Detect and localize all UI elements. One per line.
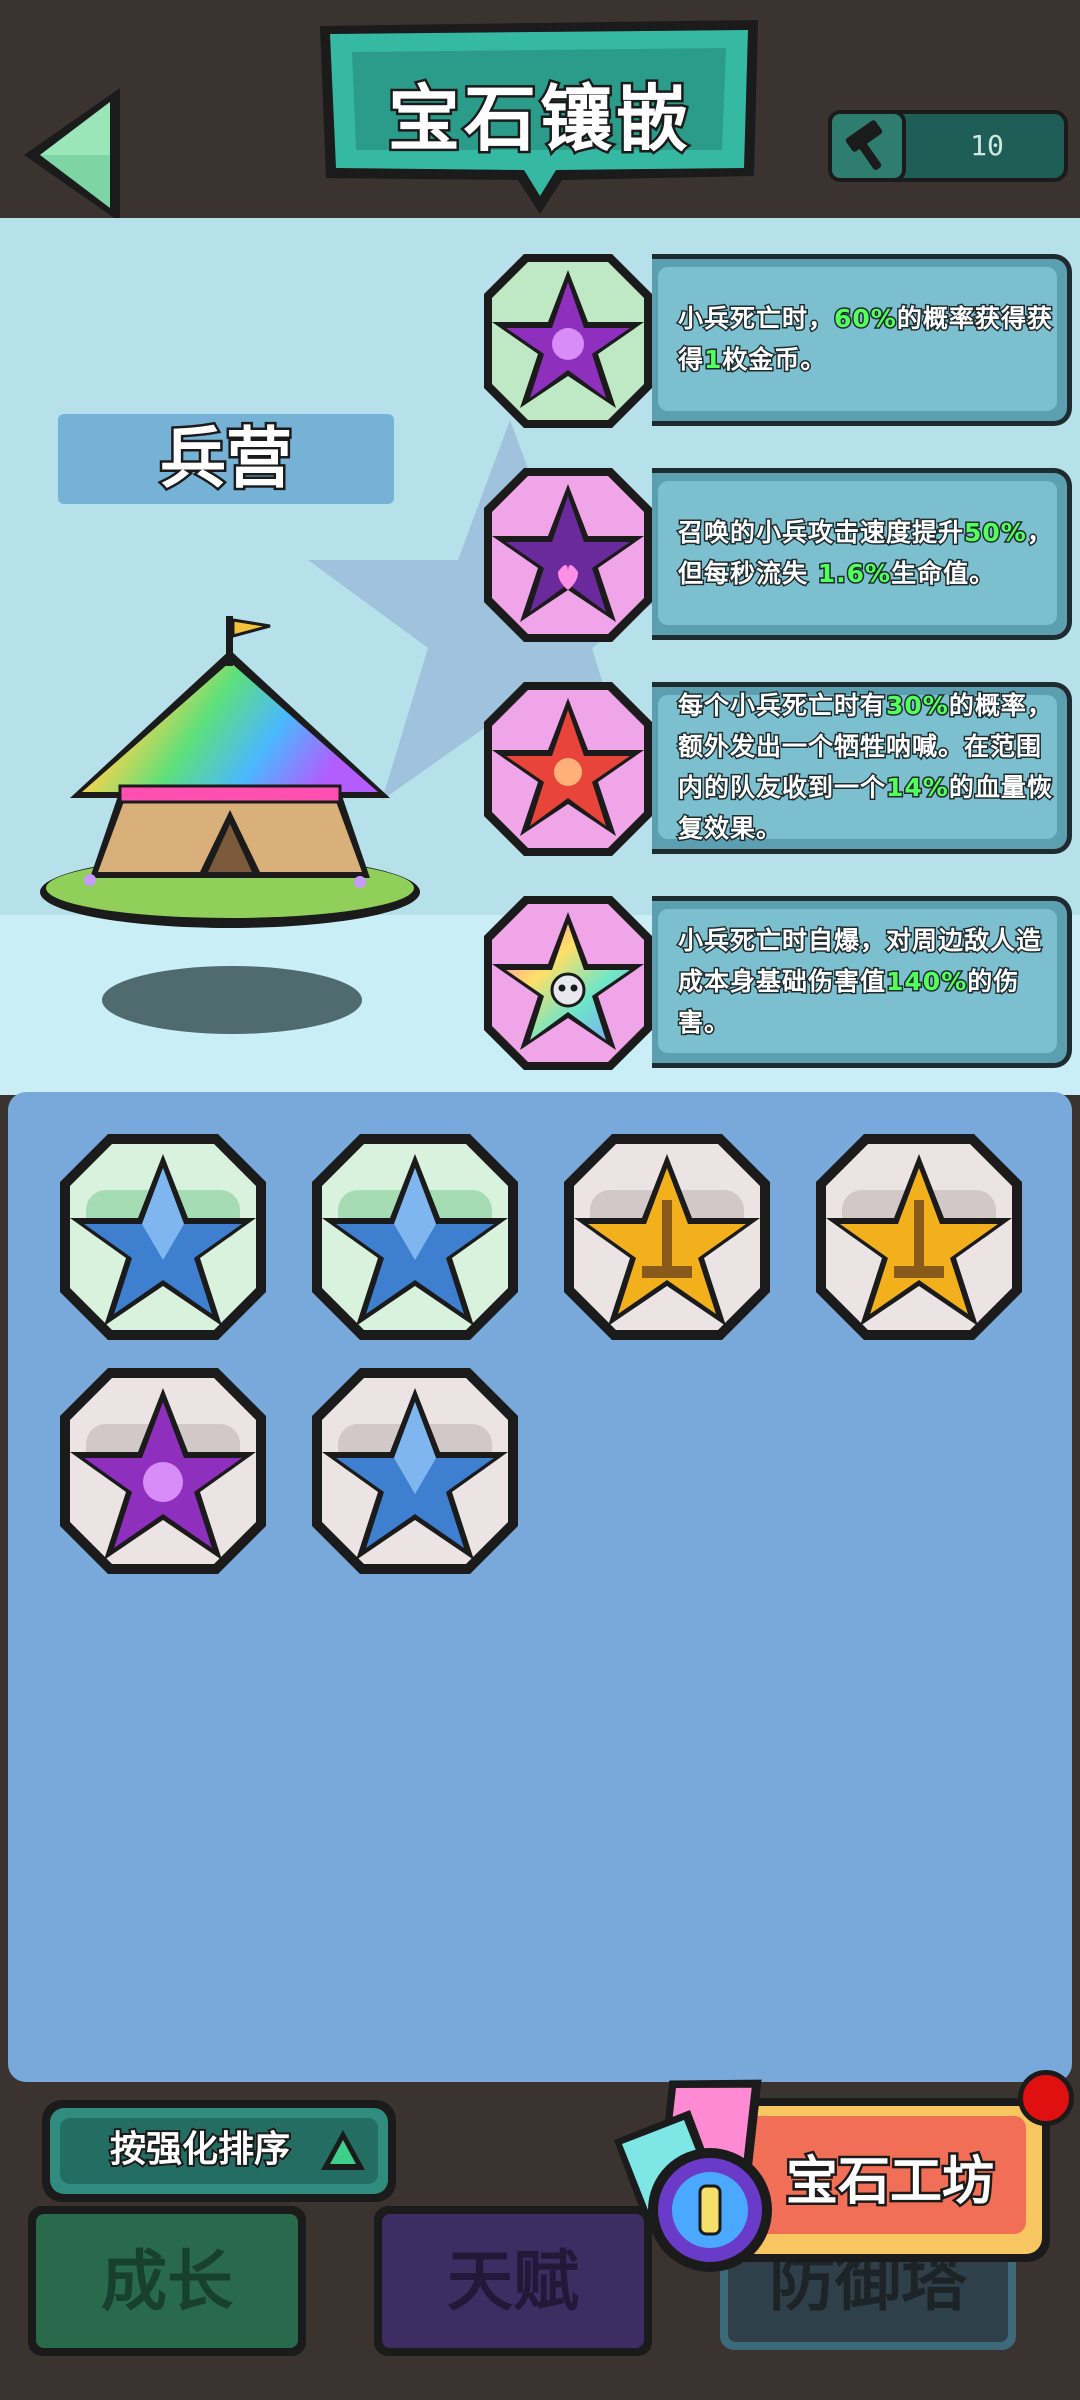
barracks-tent-icon bbox=[40, 616, 420, 928]
triangle-up-icon bbox=[321, 2130, 365, 2170]
tab-growth-label: 成长 bbox=[101, 2243, 233, 2320]
effect-value: 1.6% bbox=[816, 558, 892, 590]
inventory-slot-blue-sword-star-icon[interactable] bbox=[308, 1364, 522, 1578]
inventory-slot-gold-sword-star-icon[interactable] bbox=[812, 1130, 1026, 1344]
gem-effect-text-4: 小兵死亡时自爆，对周边敌人造成本身基础伤害值140%的伤害。 bbox=[676, 909, 1053, 1053]
building-name: 兵营 bbox=[158, 418, 295, 500]
gem-effect-desc-3: 每个小兵死亡时有30%的概率，额外发出一个牺牲呐喊。在范围内的队友收到一个14%… bbox=[652, 682, 1072, 854]
gem-effect-text-2: 召唤的小兵攻击速度提升50%，但每秒流失 1.6%生命值。 bbox=[676, 481, 1053, 625]
hammer-count: 10 bbox=[970, 129, 1004, 162]
effect-value: 1 bbox=[702, 344, 723, 376]
effect-value: 30% bbox=[885, 690, 950, 722]
hammer-icon bbox=[845, 120, 883, 170]
sort-by-enhance-label: 按强化排序 bbox=[108, 2127, 292, 2172]
notification-dot bbox=[1018, 2070, 1074, 2126]
tent-shadow bbox=[102, 966, 362, 1034]
gem-effect-card-4[interactable]: 小兵死亡时自爆，对周边敌人造成本身基础伤害值140%的伤害。 bbox=[480, 890, 1080, 1076]
effect-description: 小兵死亡时自爆，对周边敌人造成本身基础伤害值140%的伤害。 bbox=[676, 920, 1053, 1043]
effect-description: 召唤的小兵攻击速度提升50%，但每秒流失 1.6%生命值。 bbox=[676, 512, 1053, 594]
back-arrow-icon[interactable] bbox=[12, 80, 132, 230]
inventory-slot-blue-sword-star-icon[interactable] bbox=[56, 1130, 270, 1344]
rainbow-skull-star-icon bbox=[484, 896, 652, 1070]
inventory-slot-gold-sword-star-icon[interactable] bbox=[560, 1130, 774, 1344]
effect-text-part: 每个小兵死亡时有 bbox=[676, 690, 887, 722]
red-horn-star-icon bbox=[484, 682, 652, 856]
gem-effect-text-1: 小兵死亡时，60%的概率获得获得1枚金币。 bbox=[676, 267, 1053, 411]
effect-value: 50% bbox=[963, 517, 1028, 549]
page-title: 宝石镶嵌 bbox=[385, 75, 692, 164]
effect-description: 每个小兵死亡时有30%的概率，额外发出一个牺牲呐喊。在范围内的队友收到一个14%… bbox=[676, 685, 1053, 849]
inventory-slot-purple-recycle-star-icon[interactable] bbox=[56, 1364, 270, 1578]
gem-effect-card-1[interactable]: 小兵死亡时，60%的概率获得获得1枚金币。 bbox=[480, 248, 1080, 434]
effect-value: 60% bbox=[833, 303, 898, 335]
effect-text-part: 小兵死亡时， bbox=[676, 303, 835, 335]
gem-effect-text-3: 每个小兵死亡时有30%的概率，额外发出一个牺牲呐喊。在范围内的队友收到一个14%… bbox=[676, 690, 1053, 845]
effect-value: 140% bbox=[885, 965, 968, 997]
purple-heart-star-icon bbox=[484, 468, 652, 642]
purple-recycle-star-icon bbox=[484, 254, 652, 428]
gem-effect-desc-1: 小兵死亡时，60%的概率获得获得1枚金币。 bbox=[652, 254, 1072, 426]
gem-effect-card-2[interactable]: 召唤的小兵攻击速度提升50%，但每秒流失 1.6%生命值。 bbox=[480, 462, 1080, 648]
effect-text-part: 召唤的小兵攻击速度提升 bbox=[676, 517, 965, 549]
effect-description: 小兵死亡时，60%的概率获得获得1枚金币。 bbox=[676, 298, 1053, 380]
gem-effect-desc-4: 小兵死亡时自爆，对周边敌人造成本身基础伤害值140%的伤害。 bbox=[652, 896, 1072, 1068]
gem-effect-card-3[interactable]: 每个小兵死亡时有30%的概率，额外发出一个牺牲呐喊。在范围内的队友收到一个14%… bbox=[480, 676, 1080, 862]
hammer-icon-frame bbox=[828, 110, 906, 182]
effect-value: 14% bbox=[885, 772, 950, 804]
effect-text-part: 生命值。 bbox=[890, 558, 996, 590]
gem-workshop-icon bbox=[614, 2079, 772, 2272]
gem-effect-desc-2: 召唤的小兵攻击速度提升50%，但每秒流失 1.6%生命值。 bbox=[652, 468, 1072, 640]
effect-text-part: 枚金币。 bbox=[721, 344, 827, 376]
inventory-slot-blue-sword-star-icon[interactable] bbox=[308, 1130, 522, 1344]
hammer-counter: 10 bbox=[828, 110, 1068, 182]
